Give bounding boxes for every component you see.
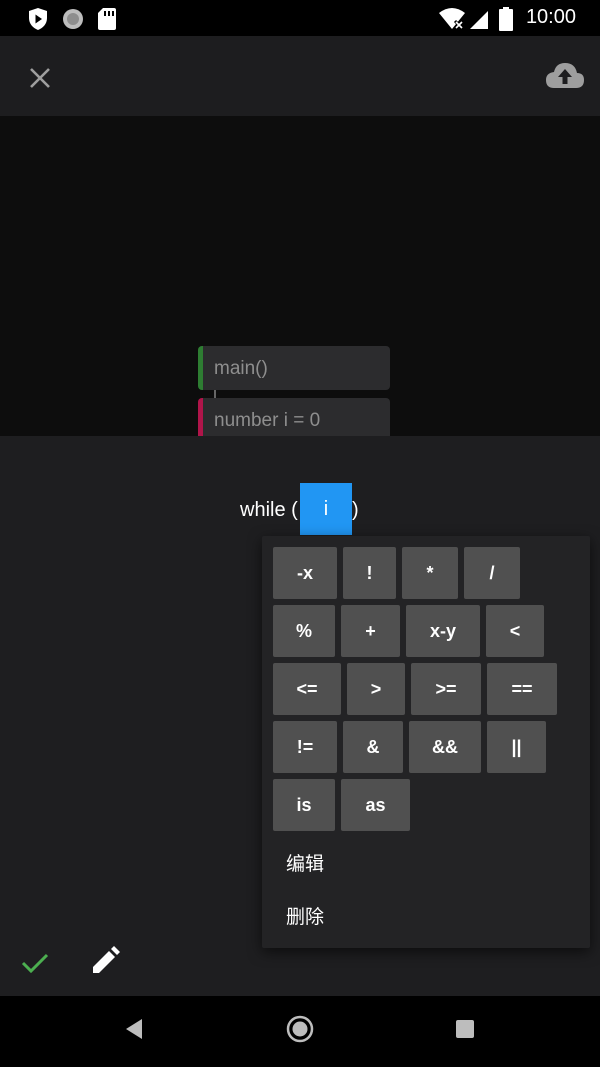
- operator-popup-menu: -x ! * / % + x-y < <= > >= == != & && ||…: [262, 536, 590, 948]
- operator-is-button[interactable]: is: [273, 779, 335, 831]
- block-connector: [214, 390, 216, 398]
- operator-multiply-button[interactable]: *: [402, 547, 458, 599]
- operator-greater-than-button[interactable]: >: [347, 663, 405, 715]
- operator-as-button[interactable]: as: [341, 779, 410, 831]
- while-keyword: while (: [240, 499, 298, 521]
- operator-equals-button[interactable]: ==: [487, 663, 557, 715]
- battery-icon: [499, 7, 513, 36]
- expression-slot-selected[interactable]: i: [300, 483, 352, 535]
- status-bar: 10:00: [0, 0, 600, 36]
- code-block-number-declaration[interactable]: number i = 0: [198, 398, 390, 436]
- close-icon: [30, 68, 50, 88]
- edit-menu-item[interactable]: 编辑: [286, 849, 324, 876]
- check-icon: [21, 953, 49, 974]
- system-nav-bar: [0, 996, 600, 1067]
- operator-modulo-button[interactable]: %: [273, 605, 335, 657]
- pencil-icon: [93, 946, 120, 973]
- home-circle-icon[interactable]: [286, 1015, 314, 1048]
- operator-logical-or-button[interactable]: ||: [487, 721, 546, 773]
- operator-logical-and-button[interactable]: &&: [409, 721, 481, 773]
- operator-negate-button[interactable]: -x: [273, 547, 337, 599]
- app-circle-icon: [61, 7, 85, 36]
- cloud-upload-icon: [546, 63, 584, 88]
- close-button[interactable]: [24, 62, 56, 94]
- recent-square-icon[interactable]: [456, 1020, 474, 1038]
- close-paren: ): [352, 499, 359, 521]
- delete-menu-item[interactable]: 删除: [286, 902, 324, 929]
- wifi-off-icon: [438, 7, 466, 36]
- sd-card-icon: [97, 7, 117, 36]
- operator-less-than-button[interactable]: <: [486, 605, 544, 657]
- operator-subtract-button[interactable]: x-y: [406, 605, 480, 657]
- operator-divide-button[interactable]: /: [464, 547, 520, 599]
- operator-plus-button[interactable]: +: [341, 605, 400, 657]
- block-label: main(): [214, 358, 268, 379]
- back-triangle-icon[interactable]: [124, 1018, 144, 1045]
- operator-greater-equal-button[interactable]: >=: [411, 663, 481, 715]
- edit-button[interactable]: [90, 946, 120, 976]
- app-toolbar: [0, 36, 600, 116]
- signal-icon: [468, 7, 490, 36]
- operator-bitwise-and-button[interactable]: &: [343, 721, 403, 773]
- clock-time: 10:00: [525, 6, 576, 28]
- operator-less-equal-button[interactable]: <=: [273, 663, 341, 715]
- shield-play-icon: [27, 7, 49, 36]
- block-label: number i = 0: [214, 410, 321, 431]
- expression-editor-panel: while ( i ) -x ! * / % + x-y < <= > >= =…: [0, 436, 600, 996]
- upload-button[interactable]: [544, 60, 586, 94]
- confirm-button[interactable]: [20, 948, 50, 978]
- code-block-main[interactable]: main(): [198, 346, 390, 390]
- operator-not-equal-button[interactable]: !=: [273, 721, 337, 773]
- operator-not-button[interactable]: !: [343, 547, 396, 599]
- code-canvas[interactable]: main() number i = 0: [0, 116, 600, 436]
